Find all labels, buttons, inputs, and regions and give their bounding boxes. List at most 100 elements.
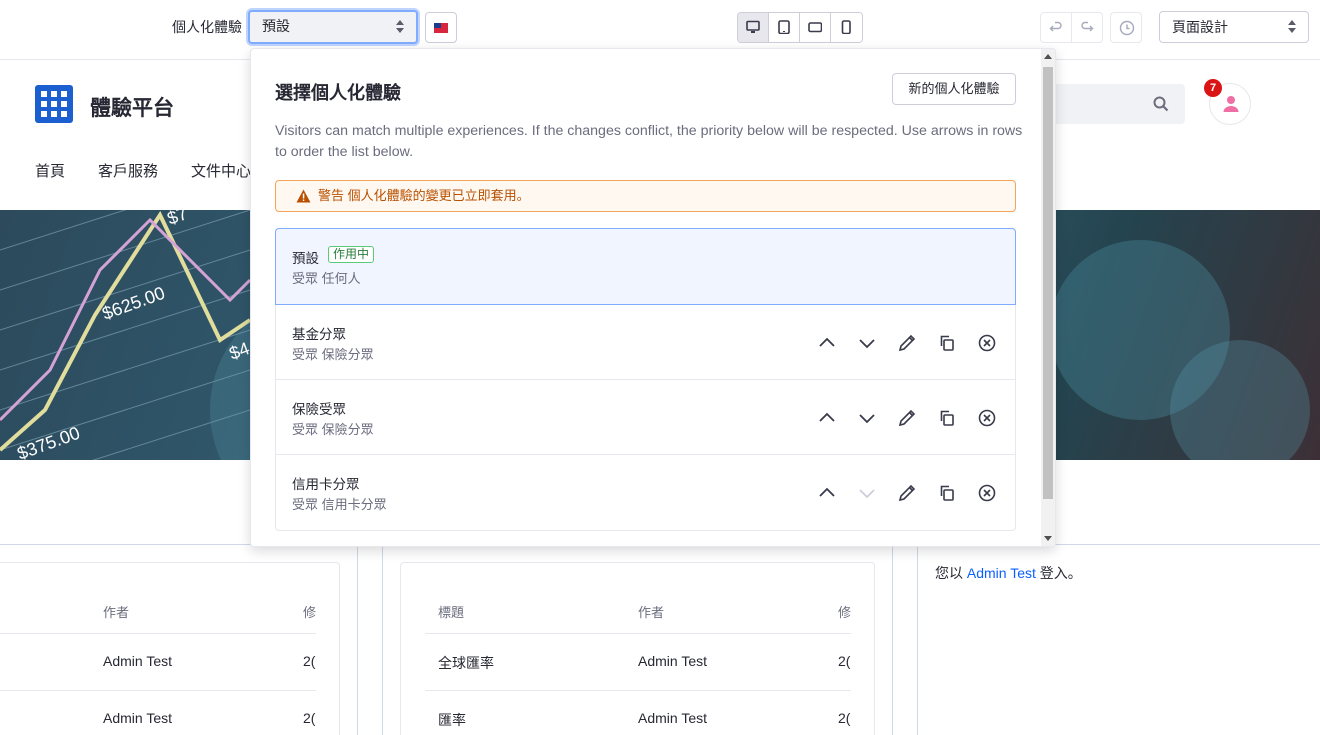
search-icon[interactable] (1153, 96, 1169, 112)
scrollbar-thumb[interactable] (1043, 67, 1053, 499)
edit-button[interactable] (897, 483, 917, 503)
delete-button[interactable] (977, 333, 997, 353)
list-item-experience[interactable]: 基金分眾 受眾 保險分眾 (276, 305, 1015, 380)
search-bar[interactable] (1040, 84, 1185, 124)
column-divider (382, 544, 383, 735)
edit-button[interactable] (897, 408, 917, 428)
table-cell-date: 2( (303, 653, 316, 669)
experience-segment: 受眾 保險分眾 (292, 422, 374, 437)
column-header-title[interactable]: 標題 (438, 602, 464, 621)
experience-name: 保險受眾 (292, 402, 346, 417)
delete-button[interactable] (977, 483, 997, 503)
signed-in-user-link[interactable]: Admin Test (967, 565, 1036, 581)
desktop-preview-button[interactable] (738, 13, 769, 42)
chevron-up-icon (819, 412, 835, 422)
column-header-modified[interactable]: 修 (303, 602, 316, 621)
experience-segment: 受眾 保險分眾 (292, 347, 374, 362)
layout-mode-select[interactable]: 頁面設計 (1159, 11, 1309, 43)
list-item-default-experience[interactable]: 預設 作用中 受眾 任何人 (275, 228, 1016, 305)
hero-label-7: $7 (165, 210, 191, 229)
chevron-up-icon (819, 337, 835, 347)
experience-name: 預設 (292, 251, 319, 266)
copy-icon (940, 335, 954, 351)
taiwan-flag-icon (434, 23, 448, 33)
experience-select[interactable]: 預設 (248, 10, 418, 44)
site-logo[interactable] (35, 85, 73, 123)
panel-scrollbar[interactable] (1041, 49, 1055, 546)
desktop-icon (746, 20, 760, 33)
history-button[interactable] (1110, 12, 1142, 43)
notification-count-badge[interactable]: 7 (1204, 79, 1222, 97)
copy-icon (940, 485, 954, 501)
move-up-button[interactable] (817, 333, 837, 353)
site-navigation: 首頁 客戶服務 文件中心 (35, 160, 251, 181)
column-header-author[interactable]: 作者 (638, 602, 664, 621)
duplicate-button[interactable] (937, 483, 957, 503)
column-divider (357, 544, 358, 735)
pencil-icon (898, 484, 916, 502)
column-header-author[interactable]: 作者 (103, 602, 129, 621)
move-up-button[interactable] (817, 483, 837, 503)
mobile-preview-button[interactable] (831, 13, 862, 42)
panel-title: 選擇個人化體驗 (275, 83, 401, 103)
chevron-up-icon (819, 487, 835, 497)
column-header-modified[interactable]: 修 (838, 602, 851, 621)
new-experience-button[interactable]: 新的個人化體驗 (892, 73, 1016, 105)
nav-item-customer-service[interactable]: 客戶服務 (98, 160, 158, 181)
duplicate-button[interactable] (937, 408, 957, 428)
table-cell-date: 2( (838, 710, 851, 726)
landscape-preview-button[interactable] (800, 13, 831, 42)
experience-selected-value: 預設 (262, 18, 290, 34)
scroll-up-arrow-icon[interactable] (1044, 54, 1052, 59)
redo-button[interactable] (1072, 13, 1102, 42)
list-item-experience[interactable]: 保險受眾 受眾 保險分眾 (276, 380, 1015, 455)
signed-in-message: 您以 Admin Test 登入。 (935, 563, 1082, 583)
move-down-button[interactable] (857, 408, 877, 428)
list-item-experience[interactable]: 信用卡分眾 受眾 信用卡分眾 (276, 455, 1015, 530)
move-up-button[interactable] (817, 408, 837, 428)
column-divider (917, 544, 918, 735)
experience-segment: 受眾 信用卡分眾 (292, 497, 387, 512)
language-button[interactable] (425, 12, 457, 43)
table-cell-date: 2( (303, 710, 316, 726)
move-down-button-disabled (857, 483, 877, 503)
experience-label: 個人化體驗 (172, 19, 242, 35)
signed-in-prefix: 您以 (935, 565, 963, 581)
clock-icon (1119, 20, 1135, 36)
table-cell-title[interactable]: 匯率 (438, 710, 466, 730)
tablet-preview-button[interactable] (769, 13, 800, 42)
chevron-down-icon (859, 489, 875, 499)
experience-name: 基金分眾 (292, 327, 346, 342)
table-cell-author: Admin Test (103, 653, 172, 669)
mobile-icon (841, 20, 851, 34)
edit-button[interactable] (897, 333, 917, 353)
scroll-down-arrow-icon[interactable] (1044, 536, 1052, 541)
user-icon (1223, 96, 1239, 112)
pencil-icon (898, 334, 916, 352)
redo-icon (1080, 21, 1094, 32)
device-preview-group (737, 12, 863, 43)
panel-description: Visitors can match multiple experiences.… (275, 123, 1023, 160)
undo-icon (1049, 21, 1062, 32)
times-circle-icon (978, 484, 996, 502)
warning-text: 個人化體驗的變更已立即套用。 (347, 188, 530, 203)
delete-button[interactable] (977, 408, 997, 428)
times-circle-icon (978, 334, 996, 352)
table-cell-author: Admin Test (638, 653, 707, 669)
move-down-button[interactable] (857, 333, 877, 353)
nav-item-documents[interactable]: 文件中心 (191, 160, 251, 181)
table-cell-title[interactable]: 全球匯率 (438, 653, 494, 673)
duplicate-button[interactable] (937, 333, 957, 353)
warning-label: 警告 (318, 188, 345, 203)
content-table-middle: 標題 作者 修 全球匯率 Admin Test 2( 匯率 Admin Test… (400, 562, 875, 735)
times-circle-icon (978, 409, 996, 427)
tablet-icon (778, 20, 790, 34)
signed-in-suffix: 登入。 (1039, 565, 1082, 581)
undo-button[interactable] (1041, 13, 1072, 42)
site-name: 體驗平台 (90, 97, 174, 120)
table-cell-author: Admin Test (638, 710, 707, 726)
experience-list: 預設 作用中 受眾 任何人 基金分眾 受眾 保險分眾 保險受眾 受眾 保險分眾 (275, 228, 1016, 531)
nav-item-home[interactable]: 首頁 (35, 160, 65, 181)
table-cell-author: Admin Test (103, 710, 172, 726)
copy-icon (940, 410, 954, 426)
